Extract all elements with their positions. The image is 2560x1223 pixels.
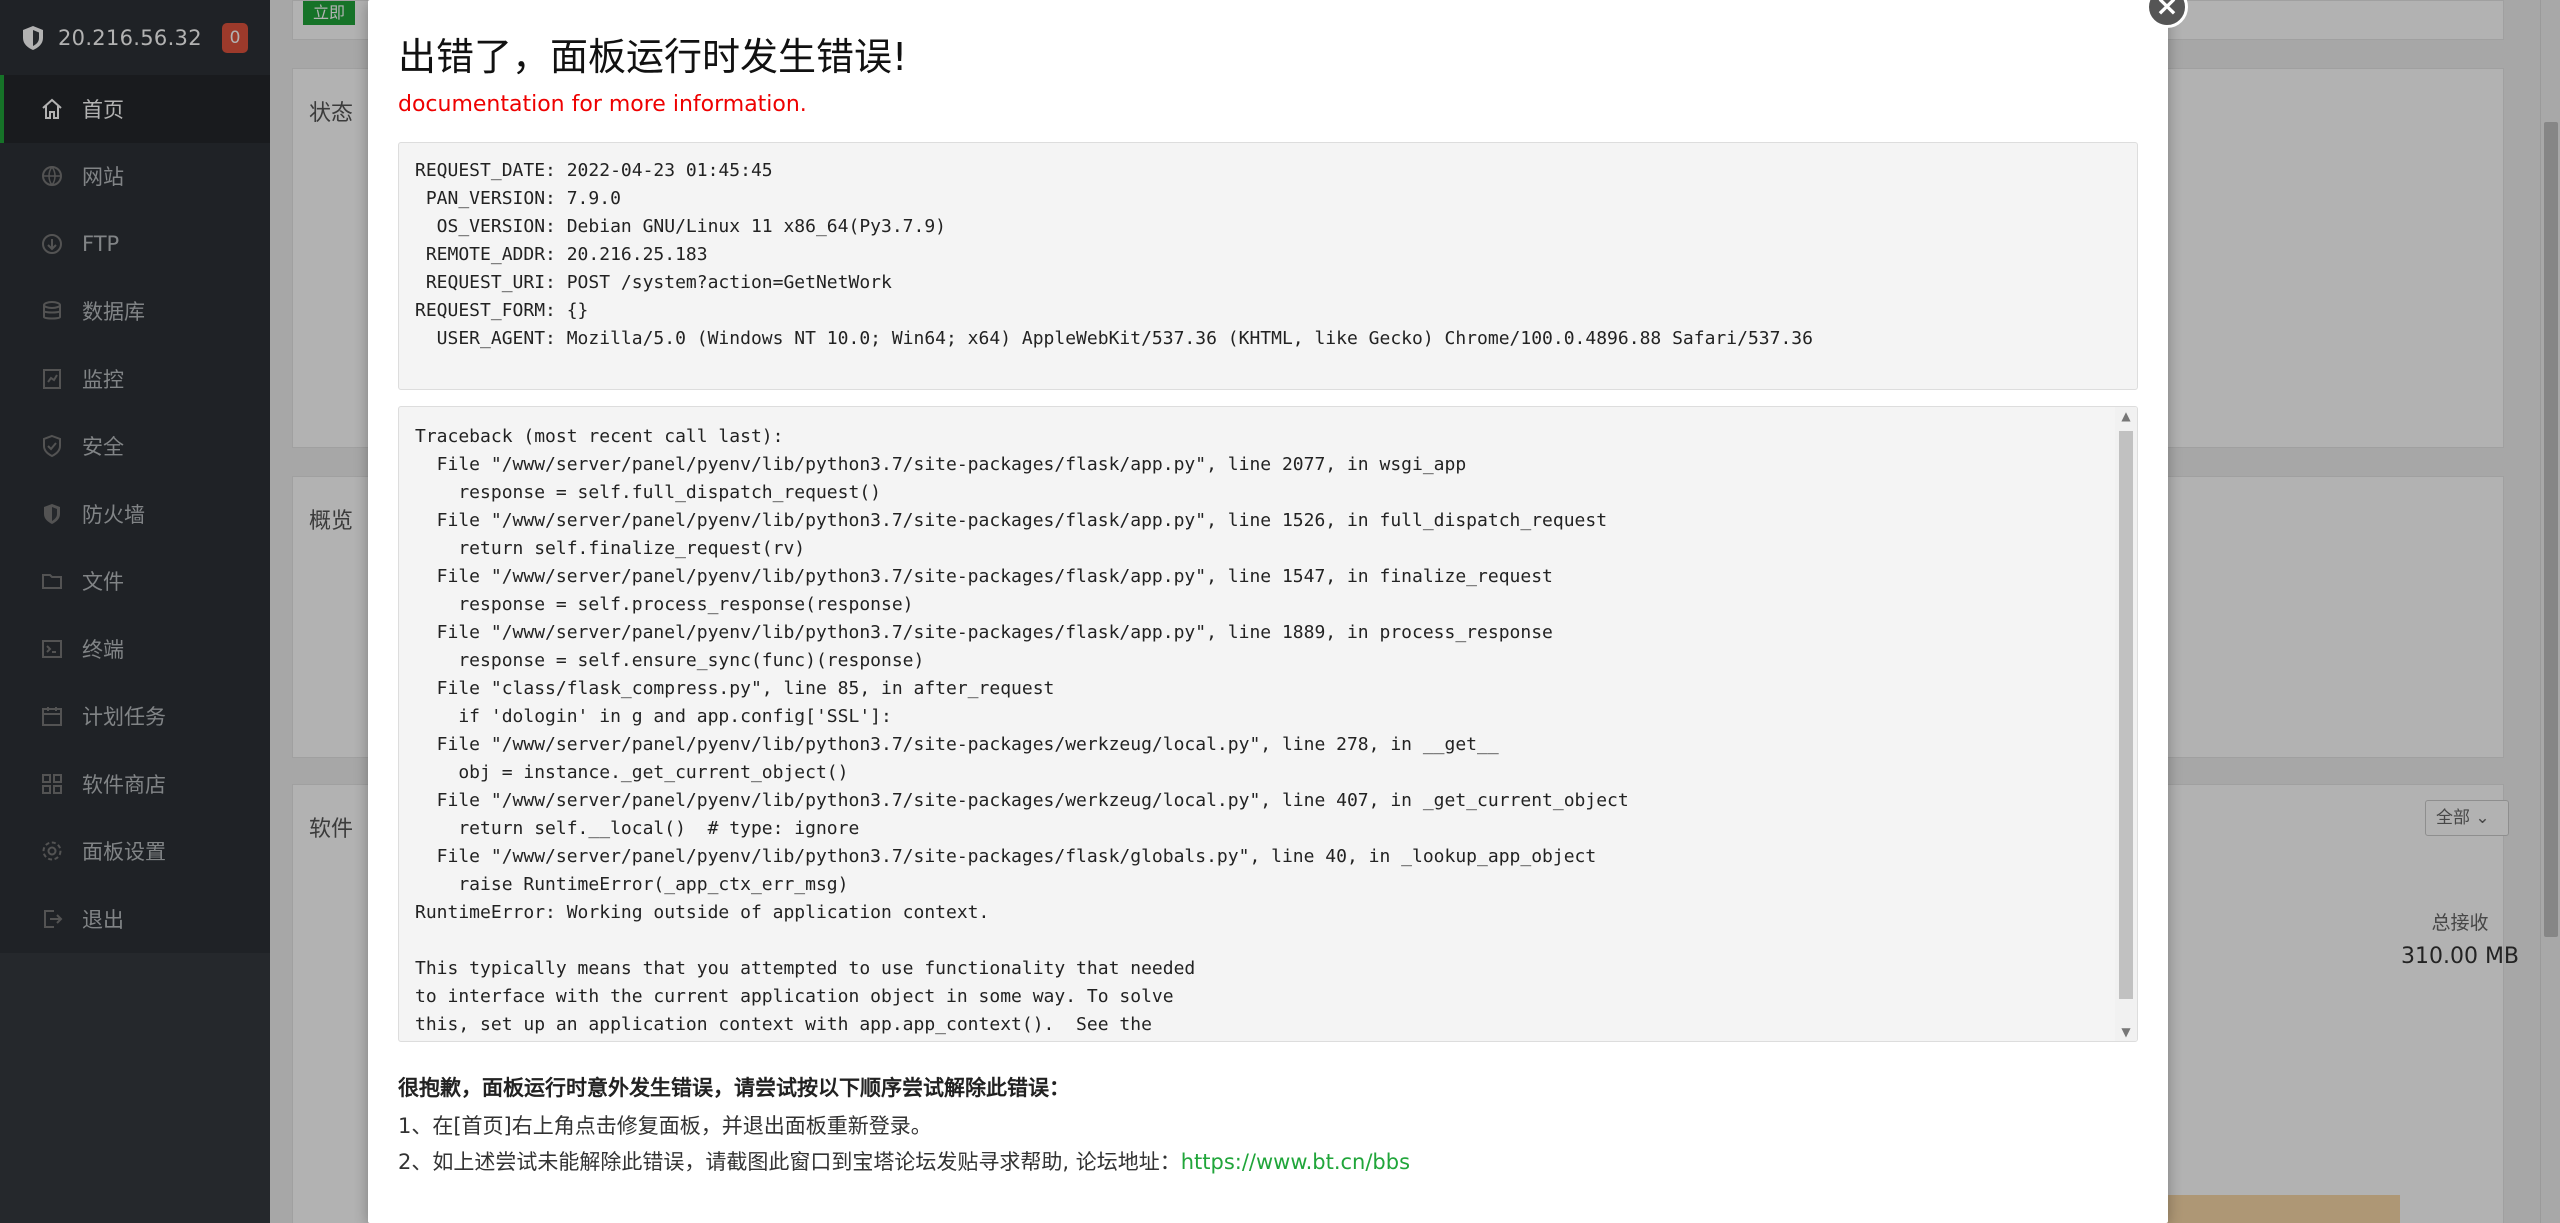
help-step-2: 2、如上述尝试未能解除此错误，请截图此窗口到宝塔论坛发贴寻求帮助, 论坛地址：h… <box>398 1146 1410 1176</box>
traceback-content: Traceback (most recent call last): File … <box>415 423 2107 1041</box>
scroll-up-icon[interactable]: ▲ <box>2119 409 2133 423</box>
info-line: REQUEST_FORM: {} <box>415 300 589 321</box>
traceback-line: return self.finalize_request(rv) <box>415 538 806 559</box>
traceback-line: return self.__local() # type: ignore <box>415 818 860 839</box>
forum-link[interactable]: https://www.bt.cn/bbs <box>1181 1150 1410 1174</box>
traceback-line: Traceback (most recent call last): <box>415 426 784 447</box>
traceback-scrollbar[interactable]: ▲ ▼ <box>2115 407 2137 1041</box>
info-line: USER_AGENT: Mozilla/5.0 (Windows NT 10.0… <box>415 328 1813 349</box>
traceback-line: raise RuntimeError(_app_ctx_err_msg) <box>415 874 849 895</box>
scroll-down-icon[interactable]: ▼ <box>2119 1025 2133 1039</box>
doc-note: documentation for more information. <box>398 92 807 117</box>
traceback-scrollbar-thumb[interactable] <box>2119 431 2133 999</box>
modal-title: 出错了，面板运行时发生错误! <box>398 35 908 79</box>
traceback-line: This typically means that you attempted … <box>415 958 1196 979</box>
help-step-2-text: 2、如上述尝试未能解除此错误，请截图此窗口到宝塔论坛发贴寻求帮助, 论坛地址： <box>398 1150 1181 1174</box>
traceback-box[interactable]: Traceback (most recent call last): File … <box>398 406 2138 1042</box>
traceback-line: this, set up an application context with… <box>415 1014 1152 1035</box>
traceback-line: to interface with the current applicatio… <box>415 986 1174 1007</box>
traceback-line: documentation for more information. <box>415 1039 2107 1041</box>
traceback-line: obj = instance._get_current_object() <box>415 762 849 783</box>
traceback-line: if 'dologin' in g and app.config['SSL']: <box>415 706 892 727</box>
traceback-line: File "/www/server/panel/pyenv/lib/python… <box>415 510 1608 531</box>
traceback-line: response = self.process_response(respons… <box>415 594 914 615</box>
close-icon: × <box>2155 0 2179 22</box>
info-line: OS_VERSION: Debian GNU/Linux 11 x86_64(P… <box>415 216 947 237</box>
traceback-line: File "/www/server/panel/pyenv/lib/python… <box>415 846 1597 867</box>
traceback-line <box>415 927 2107 955</box>
help-step-1: 1、在[首页]右上角点击修复面板，并退出面板重新登录。 <box>398 1114 932 1138</box>
traceback-line: response = self.ensure_sync(func)(respon… <box>415 650 925 671</box>
info-line: PAN_VERSION: 7.9.0 <box>415 188 621 209</box>
info-line: REQUEST_DATE: 2022-04-23 01:45:45 <box>415 160 773 181</box>
traceback-line: response = self.full_dispatch_request() <box>415 482 881 503</box>
traceback-line: File "/www/server/panel/pyenv/lib/python… <box>415 734 1499 755</box>
traceback-line: File "class/flask_compress.py", line 85,… <box>415 678 1055 699</box>
traceback-line: RuntimeError: Working outside of applica… <box>415 902 990 923</box>
traceback-line: File "/www/server/panel/pyenv/lib/python… <box>415 622 1553 643</box>
traceback-line: File "/www/server/panel/pyenv/lib/python… <box>415 454 1467 475</box>
help-title: 很抱歉，面板运行时意外发生错误，请尝试按以下顺序尝试解除此错误： <box>398 1076 1070 1100</box>
traceback-line: File "/www/server/panel/pyenv/lib/python… <box>415 566 1553 587</box>
traceback-line: File "/www/server/panel/pyenv/lib/python… <box>415 790 1629 811</box>
request-info-box: REQUEST_DATE: 2022-04-23 01:45:45 PAN_VE… <box>398 142 2138 390</box>
error-modal: 出错了，面板运行时发生错误! documentation for more in… <box>368 0 2168 1223</box>
info-line: REQUEST_URI: POST /system?action=GetNetW… <box>415 272 892 293</box>
info-line: REMOTE_ADDR: 20.216.25.183 <box>415 244 708 265</box>
